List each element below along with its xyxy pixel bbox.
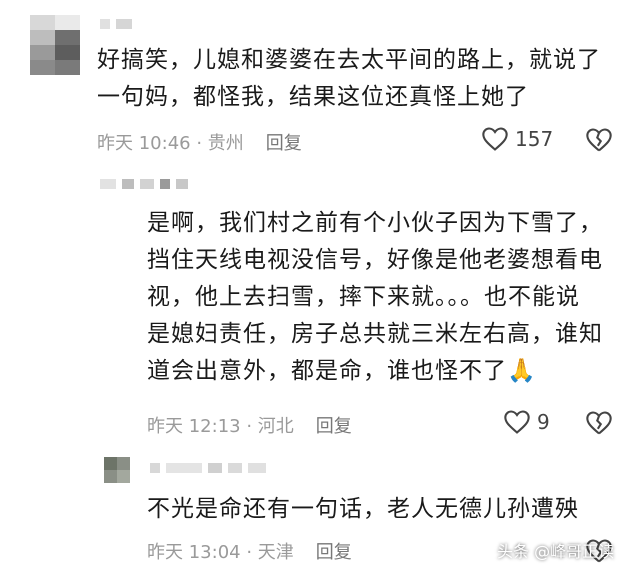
like-button[interactable]: 157: [481, 126, 553, 152]
username[interactable]: [100, 18, 132, 30]
comment-text: 是啊，我们村之前有个小伙子因为下雪了， 挡住天线电视没信号，好像是他老婆想看电 …: [147, 210, 603, 384]
avatar[interactable]: [30, 15, 80, 75]
comment-text: 好搞笑，儿媳和婆婆在去太平间的路上，就说了 一句妈，都怪我，结果这位还真怪上她了: [97, 47, 601, 110]
like-count: 9: [537, 410, 550, 434]
broken-heart-icon[interactable]: [585, 410, 613, 436]
timestamp: 昨天 13:04 · 天津: [147, 542, 294, 563]
comment-meta: 昨天 13:04 · 天津 回复: [147, 538, 352, 564]
heart-icon: [504, 410, 530, 434]
username[interactable]: [150, 462, 266, 474]
reply-button[interactable]: 回复: [316, 538, 352, 564]
comment-text: 不光是命还有一句话，老人无德儿孙遭殃: [147, 496, 579, 522]
like-count: 157: [515, 127, 554, 151]
reply-button[interactable]: 回复: [316, 412, 352, 438]
avatar[interactable]: [104, 457, 130, 483]
timestamp: 昨天 12:13 · 河北: [147, 416, 294, 437]
like-button[interactable]: 9: [503, 409, 550, 435]
timestamp: 昨天 10:46 · 贵州: [97, 133, 244, 154]
heart-icon: [482, 127, 508, 151]
comment-meta: 昨天 10:46 · 贵州 回复: [97, 129, 302, 155]
broken-heart-icon[interactable]: [585, 127, 613, 153]
comment-meta: 昨天 12:13 · 河北 回复: [147, 412, 352, 438]
watermark: 头条 @峰哥正读: [497, 542, 615, 561]
username[interactable]: [100, 178, 188, 190]
reply-button[interactable]: 回复: [266, 129, 302, 155]
